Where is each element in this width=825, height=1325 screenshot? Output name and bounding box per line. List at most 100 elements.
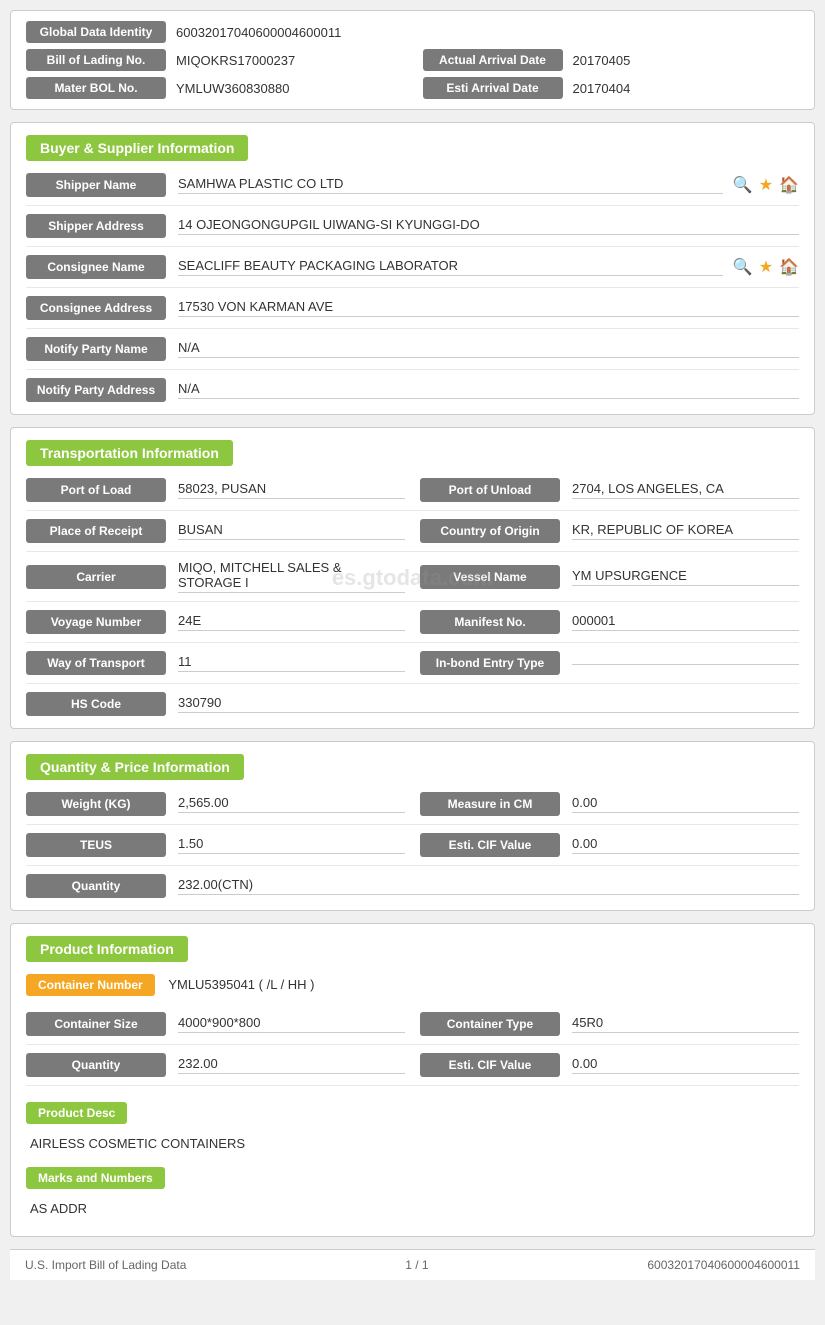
in-bond-entry-type-label: In-bond Entry Type — [420, 651, 560, 675]
country-of-origin-pair: Country of Origin KR, REPUBLIC OF KOREA — [420, 519, 799, 543]
shipper-name-row: Shipper Name SAMHWA PLASTIC CO LTD 🔍 ★ 🏠 — [26, 173, 799, 206]
carrier-value: MIQO, MITCHELL SALES & STORAGE I — [178, 560, 405, 593]
notify-party-address-label: Notify Party Address — [26, 378, 166, 402]
shipper-home-icon[interactable]: 🏠 — [779, 175, 799, 195]
way-of-transport-pair: Way of Transport 11 — [26, 651, 405, 675]
shipper-address-row: Shipper Address 14 OJEONGONGUPGIL UIWANG… — [26, 214, 799, 247]
page: Global Data Identity 6003201704060000460… — [0, 0, 825, 1325]
country-of-origin-label: Country of Origin — [420, 519, 560, 543]
mater-bol-pair: Mater BOL No. YMLUW360830880 — [26, 77, 403, 99]
container-type-pair: Container Type 45R0 — [420, 1012, 799, 1036]
manifest-no-pair: Manifest No. 000001 — [420, 610, 799, 634]
vessel-name-value: YM UPSURGENCE — [572, 568, 799, 586]
vessel-name-pair: Vessel Name YM UPSURGENCE — [420, 565, 799, 589]
footer: U.S. Import Bill of Lading Data 1 / 1 60… — [10, 1249, 815, 1280]
container-size-pair: Container Size 4000*900*800 — [26, 1012, 405, 1036]
footer-right: 60032017040600004600011 — [647, 1258, 800, 1272]
buyer-supplier-title: Buyer & Supplier Information — [26, 135, 248, 161]
footer-center: 1 / 1 — [405, 1258, 428, 1272]
bill-of-lading-value: MIQOKRS17000237 — [176, 53, 295, 68]
consignee-address-value: 17530 VON KARMAN AVE — [178, 299, 799, 317]
esti-arrival-date-label: Esti Arrival Date — [423, 77, 563, 99]
quantity-price-title: Quantity & Price Information — [26, 754, 244, 780]
carrier-pair: Carrier MIQO, MITCHELL SALES & STORAGE I — [26, 560, 405, 593]
container-size-label: Container Size — [26, 1012, 166, 1036]
product-desc-block: Product Desc — [26, 1094, 799, 1130]
container-type-value: 45R0 — [572, 1015, 799, 1033]
hs-code-label: HS Code — [26, 692, 166, 716]
voyage-number-label: Voyage Number — [26, 610, 166, 634]
port-of-load-label: Port of Load — [26, 478, 166, 502]
actual-arrival-pair: Actual Arrival Date 20170405 — [423, 49, 800, 71]
product-quantity-cif-row: Quantity 232.00 Esti. CIF Value 0.00 — [26, 1053, 799, 1086]
consignee-home-icon[interactable]: 🏠 — [779, 257, 799, 277]
port-of-load-value: 58023, PUSAN — [178, 481, 405, 499]
quantity-label: Quantity — [26, 874, 166, 898]
marks-and-numbers-label: Marks and Numbers — [26, 1167, 165, 1189]
in-bond-pair: In-bond Entry Type — [420, 651, 799, 675]
teus-pair: TEUS 1.50 — [26, 833, 405, 857]
product-desc-label: Product Desc — [26, 1102, 127, 1124]
weight-pair: Weight (KG) 2,565.00 — [26, 792, 405, 816]
consignee-address-label: Consignee Address — [26, 296, 166, 320]
vessel-name-label: Vessel Name — [420, 565, 560, 589]
consignee-search-icon[interactable]: 🔍 — [733, 257, 753, 277]
product-quantity-pair: Quantity 232.00 — [26, 1053, 405, 1077]
measure-pair: Measure in CM 0.00 — [420, 792, 799, 816]
way-of-transport-value: 11 — [178, 654, 405, 672]
global-data-identity-value: 60032017040600004600011 — [176, 25, 341, 40]
marks-and-numbers-block: Marks and Numbers — [26, 1159, 799, 1195]
place-of-receipt-value: BUSAN — [178, 522, 405, 540]
weight-measure-row: Weight (KG) 2,565.00 Measure in CM 0.00 — [26, 792, 799, 825]
product-info-title: Product Information — [26, 936, 188, 962]
mater-bol-row: Mater BOL No. YMLUW360830880 Esti Arriva… — [26, 77, 799, 99]
transportation-title: Transportation Information — [26, 440, 233, 466]
product-quantity-label: Quantity — [26, 1053, 166, 1077]
port-of-unload-label: Port of Unload — [420, 478, 560, 502]
quantity-price-section: Quantity & Price Information Weight (KG)… — [10, 741, 815, 911]
mater-bol-value: YMLUW360830880 — [176, 81, 289, 96]
consignee-icons: 🔍 ★ 🏠 — [733, 257, 799, 277]
measure-in-cm-value: 0.00 — [572, 795, 799, 813]
bill-of-lading-pair: Bill of Lading No. MIQOKRS17000237 — [26, 49, 403, 71]
port-of-unload-value: 2704, LOS ANGELES, CA — [572, 481, 799, 499]
shipper-search-icon[interactable]: 🔍 — [733, 175, 753, 195]
quantity-pair: Quantity 232.00(CTN) — [26, 874, 799, 898]
notify-party-name-label: Notify Party Name — [26, 337, 166, 361]
shipper-star-icon[interactable]: ★ — [759, 175, 773, 195]
buyer-supplier-section: Buyer & Supplier Information Shipper Nam… — [10, 122, 815, 415]
consignee-star-icon[interactable]: ★ — [759, 257, 773, 277]
esti-cif-value-label: Esti. CIF Value — [420, 833, 560, 857]
actual-arrival-date-label: Actual Arrival Date — [423, 49, 563, 71]
voyage-number-pair: Voyage Number 24E — [26, 610, 405, 634]
hs-code-pair: HS Code 330790 — [26, 692, 799, 716]
notify-party-name-value: N/A — [178, 340, 799, 358]
container-number-block: Container Number YMLU5395041 ( /L / HH ) — [26, 974, 799, 1002]
place-of-receipt-label: Place of Receipt — [26, 519, 166, 543]
teus-value: 1.50 — [178, 836, 405, 854]
consignee-name-row: Consignee Name SEACLIFF BEAUTY PACKAGING… — [26, 255, 799, 288]
quantity-row: Quantity 232.00(CTN) — [26, 874, 799, 898]
product-info-section: Product Information Container Number YML… — [10, 923, 815, 1237]
container-type-label: Container Type — [420, 1012, 560, 1036]
carrier-label: Carrier — [26, 565, 166, 589]
consignee-name-label: Consignee Name — [26, 255, 166, 279]
product-esti-cif-value: 0.00 — [572, 1056, 799, 1074]
product-esti-cif-label: Esti. CIF Value — [420, 1053, 560, 1077]
port-of-unload-pair: Port of Unload 2704, LOS ANGELES, CA — [420, 478, 799, 502]
manifest-no-label: Manifest No. — [420, 610, 560, 634]
country-of-origin-value: KR, REPUBLIC OF KOREA — [572, 522, 799, 540]
bill-of-lading-row: Bill of Lading No. MIQOKRS17000237 Actua… — [26, 49, 799, 71]
container-number-label: Container Number — [26, 974, 155, 996]
weight-kg-value: 2,565.00 — [178, 795, 405, 813]
weight-kg-label: Weight (KG) — [26, 792, 166, 816]
bill-of-lading-label: Bill of Lading No. — [26, 49, 166, 71]
hs-code-row: HS Code 330790 — [26, 692, 799, 716]
receipt-origin-row: Place of Receipt BUSAN Country of Origin… — [26, 519, 799, 552]
container-size-value: 4000*900*800 — [178, 1015, 405, 1033]
voyage-number-value: 24E — [178, 613, 405, 631]
transportation-section: Transportation Information es.gtodata.co… — [10, 427, 815, 729]
notify-party-name-row: Notify Party Name N/A — [26, 337, 799, 370]
global-data-identity-label: Global Data Identity — [26, 21, 166, 43]
carrier-vessel-row: Carrier MIQO, MITCHELL SALES & STORAGE I… — [26, 560, 799, 602]
